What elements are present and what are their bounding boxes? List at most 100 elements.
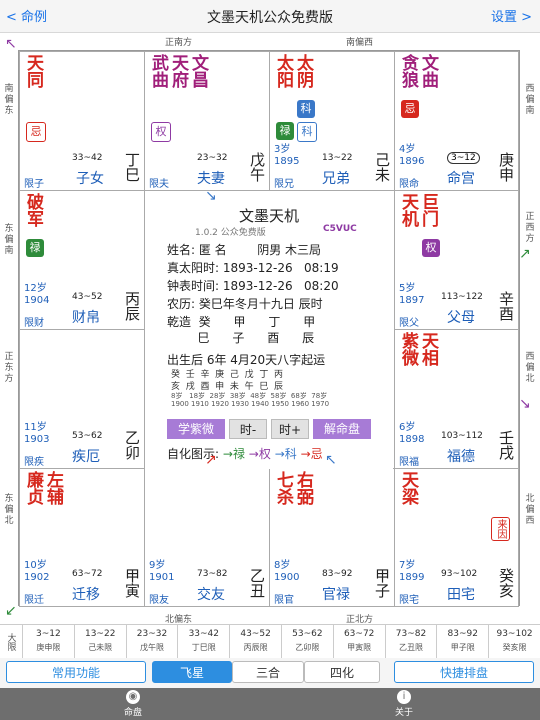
top-bar: < 命例 文墨天机公众免费版 设置 > bbox=[0, 0, 540, 33]
start-age: 12岁 bbox=[24, 283, 47, 294]
hour-minus-button[interactable]: 时- bbox=[229, 419, 267, 439]
limit-label: 限友 bbox=[149, 595, 169, 606]
tab-sihua[interactable]: 四化 bbox=[304, 661, 380, 683]
decade-item-range: 13~22 bbox=[84, 629, 116, 639]
arrow-e-icon: ↗ bbox=[519, 246, 531, 262]
palace-cell-you[interactable]: 天机 巨门 权 5岁 1897 113~122 辛酉 限父 父母 bbox=[394, 190, 519, 330]
decade-item[interactable]: 63~72 甲寅限 bbox=[334, 625, 386, 659]
arrow-sw-icon: ↙ bbox=[5, 603, 17, 619]
bottom-tab-bar: ◉ 命盘 i 关于 bbox=[0, 688, 540, 720]
decade-item[interactable]: 3~12 庚申限 bbox=[23, 625, 75, 659]
palace-cell-wei[interactable]: 太阳 太阴 科 禄 科 3岁 1895 13~22 己未 限兄 兄弟 bbox=[269, 51, 395, 191]
main-star: 太阴 bbox=[293, 54, 313, 88]
limit-label: 限财 bbox=[24, 318, 44, 329]
star-list: 太阳 太阴 bbox=[273, 54, 313, 88]
main-star: 太阳 bbox=[273, 54, 293, 88]
palace-name: 迁移 bbox=[72, 587, 100, 603]
decade-item[interactable]: 73~82 乙丑限 bbox=[386, 625, 438, 659]
decade-item-name: 乙丑限 bbox=[398, 643, 423, 652]
decade-bar: 大限 3~12 庚申限 13~22 己未限 23~32 戊午限 33~42 丁巳限 43… bbox=[0, 624, 540, 660]
limit-label: 限官 bbox=[274, 595, 294, 606]
tab-sanhe[interactable]: 三合 bbox=[232, 661, 304, 683]
palace-name: 夫妻 bbox=[197, 171, 225, 187]
decade-item-range: 53~62 bbox=[292, 629, 323, 639]
decade-item-name: 己未限 bbox=[88, 643, 113, 652]
limit-label: 限父 bbox=[399, 318, 419, 329]
settings-button[interactable]: 设置 > bbox=[491, 6, 532, 25]
palace-name: 财帛 bbox=[72, 310, 100, 326]
mutagen-quan-badge: 权 bbox=[422, 239, 440, 257]
bazi-stems-line: 乾造 癸 甲 丁 甲 bbox=[167, 315, 316, 329]
decade-item-name: 庚申限 bbox=[36, 643, 61, 652]
chart-icon: ◉ bbox=[126, 690, 140, 704]
star-list: 天机 巨门 bbox=[398, 193, 438, 227]
learn-ziwei-button[interactable]: 学紫微 bbox=[167, 419, 225, 439]
decade-item[interactable]: 33~42 丁巳限 bbox=[178, 625, 231, 659]
palace-cell-zi[interactable]: 七杀 右弼 8岁 1900 83~92 甲子 限官 官禄 bbox=[269, 468, 395, 607]
palace-cell-si[interactable]: 天同 忌 33~42 丁巳 限子 子女 bbox=[19, 51, 145, 191]
decade-item[interactable]: 83~92 甲子限 bbox=[437, 625, 490, 659]
common-functions-button[interactable]: 常用功能 bbox=[6, 661, 146, 683]
quick-chart-button[interactable]: 快捷排盘 bbox=[394, 661, 534, 683]
qiyun-line: 出生后 6年 4月20天八字起运 bbox=[167, 353, 326, 367]
palace-cell-yin[interactable]: 廉贞 左辅 10岁 1902 63~72 甲寅 限迁 迁移 bbox=[19, 468, 145, 607]
chart-code: C5VUC bbox=[323, 224, 357, 234]
star-list: 紫微 天相 bbox=[398, 332, 438, 366]
mutagen-quan-badge: 权 bbox=[151, 122, 171, 142]
center-title: 文墨天机 bbox=[238, 207, 299, 225]
decade-item[interactable]: 53~62 乙卯限 bbox=[282, 625, 334, 659]
start-year: 1896 bbox=[399, 156, 425, 167]
ganzhi: 乙卯 bbox=[123, 430, 141, 460]
decade-range: 103~112 bbox=[441, 431, 483, 441]
legend-ji: 忌 bbox=[310, 447, 323, 461]
decade-item[interactable]: 23~32 戊午限 bbox=[127, 625, 179, 659]
palace-name: 田宅 bbox=[447, 587, 475, 603]
direction-top-2: 南偏西 bbox=[346, 38, 374, 48]
clock-time-line: 钟表时间: 1893-12-26 08:20 bbox=[167, 279, 339, 293]
ganzhi: 庚申 bbox=[497, 152, 515, 182]
start-age: 5岁 bbox=[399, 283, 416, 294]
main-star: 天同 bbox=[23, 54, 43, 88]
star-list: 破军 bbox=[23, 193, 43, 227]
limit-label: 限迁 bbox=[24, 595, 44, 606]
arrow-up-left-icon: ↖ bbox=[325, 452, 337, 468]
start-age: 11岁 bbox=[24, 422, 47, 433]
ganzhi: 戊午 bbox=[248, 152, 266, 182]
decade-item[interactable]: 43~52 丙辰限 bbox=[230, 625, 282, 659]
star-list: 贪狼 文曲 bbox=[398, 54, 438, 88]
decade-item[interactable]: 13~22 己未限 bbox=[75, 625, 127, 659]
direction-left-2: 东偏南 bbox=[4, 224, 14, 256]
direction-top-1: 正南方 bbox=[165, 38, 193, 48]
direction-right-3: 西偏北 bbox=[525, 352, 535, 384]
hour-plus-button[interactable]: 时+ bbox=[271, 419, 309, 439]
palace-cell-mao[interactable]: 11岁 1903 53~62 乙卯 限疾 疾厄 bbox=[19, 329, 145, 469]
direction-left-4: 东偏北 bbox=[4, 494, 14, 526]
decade-item[interactable]: 93~102 癸亥限 bbox=[489, 625, 540, 659]
palace-cell-wu[interactable]: 武曲 天府 文昌 权 23~32 戊午 限夫 夫妻 bbox=[144, 51, 270, 191]
star-list: 武曲 天府 文昌 bbox=[148, 54, 208, 88]
mutagen-ke-badge: 科 bbox=[297, 122, 317, 142]
tab-mingpan[interactable]: ◉ 命盘 bbox=[113, 690, 153, 718]
star-list: 天同 bbox=[23, 54, 43, 88]
arrow-up-right-icon: ↗ bbox=[205, 452, 217, 468]
palace-cell-hai[interactable]: 天梁 来因 7岁 1899 93~102 癸亥 限宅 田宅 bbox=[394, 468, 519, 607]
laiyin-badge: 来因 bbox=[491, 517, 510, 541]
decade-range: 53~62 bbox=[72, 431, 103, 441]
tab-about[interactable]: i 关于 bbox=[384, 690, 424, 718]
decade-range: 113~122 bbox=[441, 292, 483, 302]
palace-cell-chou[interactable]: 9岁 1901 73~82 乙丑 限友 交友 bbox=[144, 468, 270, 607]
mutagen-ji-badge: 忌 bbox=[401, 100, 419, 118]
lunar-date-line: 农历: 癸巳年冬月十九日 辰时 bbox=[167, 297, 323, 311]
palace-cell-shen[interactable]: 贪狼 文曲 忌 4岁 1896 3~12 庚申 限命 命宫 bbox=[394, 51, 519, 191]
interpret-chart-button[interactable]: 解命盘 bbox=[313, 419, 371, 439]
palace-cell-chen[interactable]: 破军 禄 12岁 1904 43~52 丙辰 限财 财帛 bbox=[19, 190, 145, 330]
ganzhi: 丁巳 bbox=[123, 152, 141, 182]
palace-cell-xu[interactable]: 紫微 天相 6岁 1898 103~112 壬戌 限福 福德 bbox=[394, 329, 519, 469]
limit-label: 限宅 bbox=[399, 595, 419, 606]
palace-name: 疾厄 bbox=[72, 449, 100, 465]
main-star: 七杀 bbox=[273, 471, 293, 505]
tab-feixing[interactable]: 飞星 bbox=[152, 661, 232, 683]
legend-ke-arrow-icon: → bbox=[274, 447, 285, 461]
decade-range: 3~12 bbox=[447, 152, 480, 164]
legend-lu: 禄 bbox=[232, 447, 245, 461]
